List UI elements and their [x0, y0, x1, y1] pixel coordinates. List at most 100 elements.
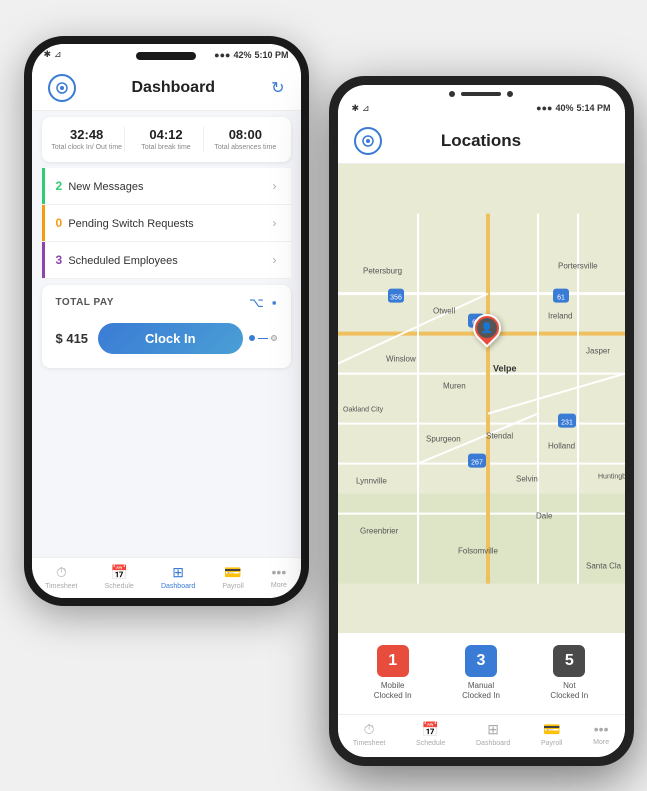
svg-text:Velpe: Velpe	[493, 363, 517, 373]
svg-text:Dale: Dale	[536, 511, 553, 520]
signal-bars: ●●●	[214, 50, 230, 60]
svg-text:Otwell: Otwell	[433, 306, 455, 315]
nav-label-dashboard: Dashboard	[161, 583, 195, 590]
not-clocked-label: NotClocked In	[550, 681, 588, 702]
stat-clock-value: 32:48	[50, 127, 124, 142]
stat-absence-label: Total absences time	[208, 144, 282, 152]
manual-clocked-label: ManualClocked In	[462, 681, 500, 702]
total-pay-section: TOTAL PAY ⌥ ▪ $ 415 Clock In	[42, 285, 291, 368]
svg-text:Folsomville: Folsomville	[458, 546, 499, 555]
stat-break-value: 04:12	[129, 127, 203, 142]
location-stats: 1 MobileClocked In 3 ManualClocked In 5 …	[338, 633, 625, 714]
messages-label: New Messages	[68, 181, 143, 193]
bottom-nav: ⏱ Timesheet 📅 Schedule ⊞ Dashboard 💳 Pay…	[32, 557, 301, 598]
dot-line	[258, 338, 268, 339]
phones-container: ✱ ⊿ ●●● 42% 5:10 PM Dashboard	[14, 16, 634, 776]
svg-text:Portersville: Portersville	[558, 261, 598, 270]
nav2-payroll[interactable]: 💳 Payroll	[541, 721, 562, 747]
scheduled-count: 3	[56, 253, 63, 267]
status2-right: ●●● 40% 5:14 PM	[536, 103, 610, 113]
app-logo2	[354, 127, 382, 155]
switch-count: 0	[56, 216, 63, 230]
wifi-icon: ⊿	[54, 49, 62, 60]
camera-dot2	[507, 91, 513, 97]
phone1-notch	[136, 52, 196, 60]
nav2-label-schedule: Schedule	[416, 740, 445, 747]
phone2-header: Locations	[338, 119, 625, 164]
stat-break: 04:12 Total break time	[129, 127, 204, 152]
svg-text:Holland: Holland	[548, 441, 575, 450]
menu-items-list: 2 New Messages › 0 Pending Switch Reques…	[42, 168, 291, 279]
mobile-clocked-num: 1	[377, 645, 409, 677]
pay-icons: ⌥ ▪	[249, 295, 277, 311]
more-icon: •••	[272, 564, 287, 580]
nav-timesheet[interactable]: ⏱ Timesheet	[45, 564, 77, 590]
menu-item-scheduled[interactable]: 3 Scheduled Employees ›	[42, 242, 291, 279]
logo-icon	[55, 81, 69, 95]
bluetooth2-icon: ✱	[352, 103, 360, 114]
svg-text:Lynnville: Lynnville	[356, 476, 387, 485]
svg-text:231: 231	[561, 419, 573, 426]
svg-text:61: 61	[557, 294, 565, 301]
mobile-clocked-label: MobileClocked In	[374, 681, 412, 702]
logo2-icon	[361, 134, 375, 148]
menu-item-switch[interactable]: 0 Pending Switch Requests ›	[42, 205, 291, 242]
messages-text: 2 New Messages	[56, 179, 144, 193]
nav2-label-more: More	[593, 739, 609, 746]
svg-text:Winslow: Winslow	[386, 354, 416, 363]
svg-text:267: 267	[471, 459, 483, 466]
svg-text:Petersburg: Petersburg	[363, 266, 402, 275]
schedule-icon: 📅	[111, 564, 128, 581]
timesheet2-icon: ⏱	[364, 721, 375, 738]
chart-icon[interactable]: ▪	[272, 295, 277, 310]
stat-not-clocked: 5 NotClocked In	[550, 645, 588, 702]
stat-absence: 08:00 Total absences time	[208, 127, 282, 152]
nav2-timesheet[interactable]: ⏱ Timesheet	[353, 721, 385, 747]
stat-manual-clocked: 3 ManualClocked In	[462, 645, 500, 702]
nav-dashboard[interactable]: ⊞ Dashboard	[161, 564, 195, 590]
stat-clock-label: Total clock In/ Out time	[50, 144, 124, 152]
svg-text:Ireland: Ireland	[548, 311, 572, 320]
stats-row: 32:48 Total clock In/ Out time 04:12 Tot…	[42, 117, 291, 162]
stat-break-label: Total break time	[129, 144, 203, 152]
nav2-label-dashboard: Dashboard	[476, 740, 510, 747]
switch-text: 0 Pending Switch Requests	[56, 216, 194, 230]
nav2-more[interactable]: ••• More	[593, 721, 609, 746]
battery2-level: 40%	[555, 103, 573, 113]
svg-text:Santa Cla: Santa Cla	[586, 561, 622, 570]
phone2-notch	[443, 85, 519, 103]
switch-label: Pending Switch Requests	[68, 218, 193, 230]
signal2-bars: ●●●	[536, 103, 552, 113]
network-icon[interactable]: ⌥	[249, 295, 264, 311]
page-title: Dashboard	[132, 79, 216, 97]
pay-amount: $ 415	[56, 331, 89, 346]
nav-payroll[interactable]: 💳 Payroll	[222, 564, 243, 590]
clock2-time: 5:14 PM	[576, 103, 610, 113]
chevron-icon: ›	[273, 253, 277, 267]
phone2-bottom-nav: ⏱ Timesheet 📅 Schedule ⊞ Dashboard 💳 Pay…	[338, 714, 625, 757]
map-container[interactable]: 64 356 61 231 267 Petersburg Portersvill…	[338, 164, 625, 633]
nav-schedule[interactable]: 📅 Schedule	[105, 564, 134, 590]
nav2-schedule[interactable]: 📅 Schedule	[416, 721, 445, 747]
bluetooth-icon: ✱	[44, 49, 52, 60]
svg-text:356: 356	[390, 294, 402, 301]
speaker-bar	[461, 92, 501, 96]
svg-text:Muren: Muren	[443, 381, 466, 390]
total-pay-label: TOTAL PAY	[56, 297, 114, 308]
clock-in-button[interactable]: Clock In	[98, 323, 242, 354]
nav-more[interactable]: ••• More	[271, 564, 287, 589]
total-pay-header: TOTAL PAY ⌥ ▪	[56, 295, 277, 311]
payroll-icon: 💳	[224, 564, 241, 581]
stat-clock: 32:48 Total clock In/ Out time	[50, 127, 125, 152]
stat-absence-value: 08:00	[208, 127, 282, 142]
refresh-icon[interactable]: ↻	[271, 78, 284, 98]
payroll2-icon: 💳	[543, 721, 560, 738]
svg-text:Stendal: Stendal	[486, 431, 513, 440]
nav2-dashboard[interactable]: ⊞ Dashboard	[476, 721, 510, 747]
dashboard2-icon: ⊞	[487, 721, 499, 738]
nav2-label-payroll: Payroll	[541, 740, 562, 747]
nav-label-payroll: Payroll	[222, 583, 243, 590]
manual-clocked-num: 3	[465, 645, 497, 677]
locations-title: Locations	[441, 131, 521, 151]
menu-item-messages[interactable]: 2 New Messages ›	[42, 168, 291, 205]
